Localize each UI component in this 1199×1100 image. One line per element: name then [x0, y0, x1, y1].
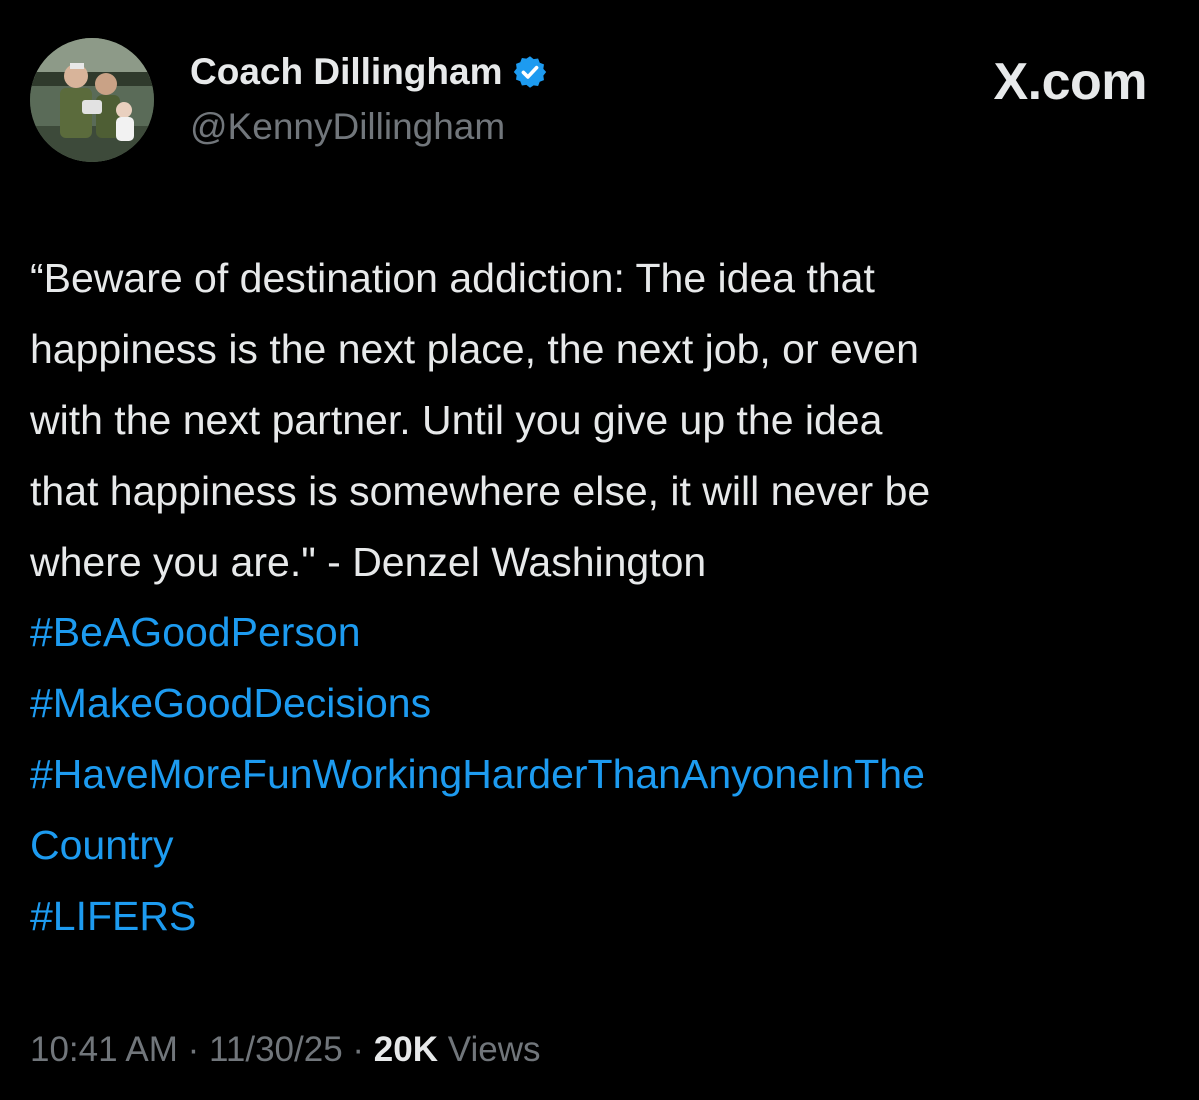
tweet-text-line: with the next partner. Until you give up…: [30, 397, 883, 443]
tweet-text-line: that happiness is somewhere else, it wil…: [30, 468, 931, 514]
tweet-text-line: happiness is the next place, the next jo…: [30, 326, 919, 372]
hashtag-link[interactable]: #BeAGoodPerson: [30, 597, 361, 668]
author-name-row: Coach Dillingham: [190, 50, 548, 94]
meta-separator: ·: [352, 1030, 365, 1069]
hashtag-link[interactable]: #MakeGoodDecisions: [30, 668, 431, 739]
hashtag-link[interactable]: #HaveMoreFunWorkingHarderThanAnyoneInThe: [30, 739, 925, 810]
author-display-name[interactable]: Coach Dillingham: [190, 51, 502, 93]
tweet-text-line: “Beware of destination addiction: The id…: [30, 255, 875, 301]
tweet-time[interactable]: 10:41 AM: [30, 1030, 178, 1069]
hashtag-link-continuation[interactable]: Country: [30, 810, 174, 881]
hashtag-link[interactable]: #LIFERS: [30, 881, 196, 952]
tweet-metadata: 10:41 AM · 11/30/25 · 20K Views: [30, 1030, 540, 1070]
tweet-card: Coach Dillingham @KennyDillingham X.com …: [0, 0, 1199, 1100]
avatar[interactable]: [30, 38, 154, 162]
tweet-text: “Beware of destination addiction: The id…: [30, 243, 1175, 598]
x-com-watermark: X.com: [993, 53, 1147, 111]
tweet-date[interactable]: 11/30/25: [209, 1030, 343, 1069]
author-handle[interactable]: @KennyDillingham: [190, 106, 505, 148]
views-count: 20K: [373, 1030, 439, 1069]
verified-badge-icon: [512, 54, 548, 90]
views-label[interactable]: Views: [448, 1030, 541, 1069]
tweet-text-line: where you are." - Denzel Washington: [30, 539, 707, 585]
profile-photo: [30, 38, 154, 162]
meta-separator: ·: [187, 1030, 200, 1069]
